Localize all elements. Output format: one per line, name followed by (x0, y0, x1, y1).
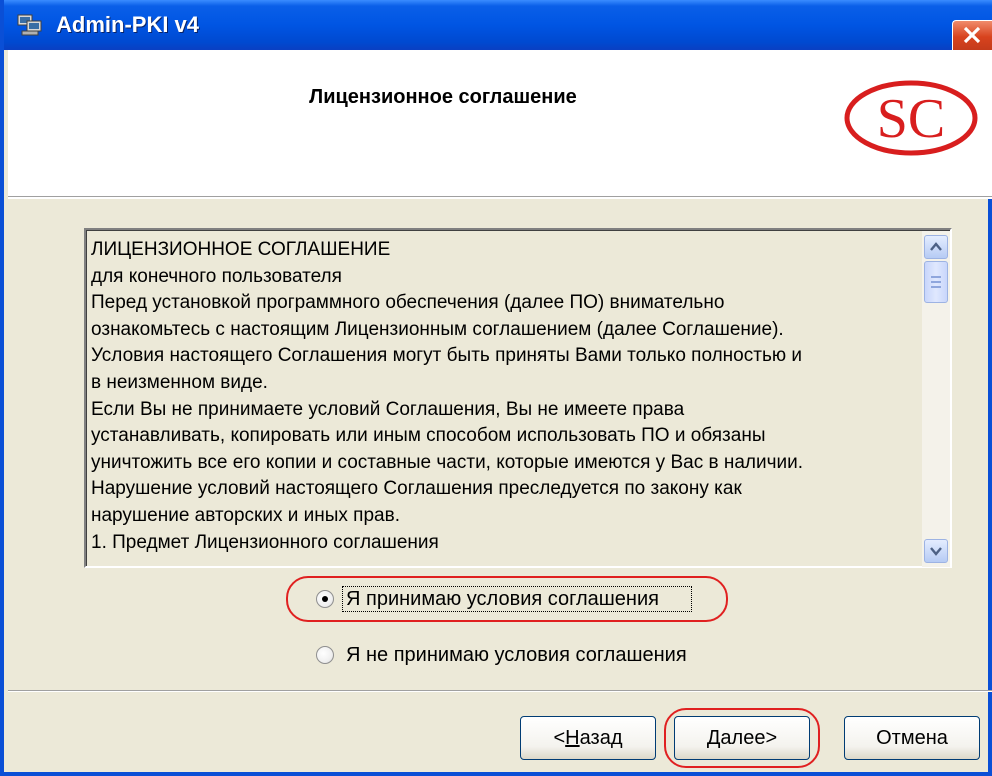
chevron-down-icon (930, 547, 942, 556)
cancel-button[interactable]: Отмена (844, 716, 980, 760)
window-title: Admin-PKI v4 (56, 12, 200, 37)
license-line: устанавливать, копировать или иным спосо… (91, 425, 766, 447)
decline-label[interactable]: Я не принимаю условия соглашения (346, 638, 687, 672)
page-title: Лицензионное соглашение (309, 86, 577, 108)
license-line: уничтожить все его копии и составные час… (91, 451, 804, 473)
next-label-mnemonic: Д (706, 727, 721, 749)
license-line: для конечного пользователя (91, 265, 342, 287)
scroll-down-button[interactable] (924, 539, 948, 563)
close-icon (963, 26, 981, 44)
scroll-thumb[interactable] (924, 261, 948, 303)
sc-logo: SC (844, 80, 978, 156)
back-label-mnemonic: Н (565, 727, 580, 749)
back-label-rest: азад (579, 727, 623, 749)
decline-option[interactable]: Я не принимаю условия соглашения (316, 638, 736, 672)
back-button[interactable]: <Назад (520, 716, 656, 760)
accept-label[interactable]: Я принимаю условия соглашения (346, 582, 659, 616)
close-button[interactable] (952, 20, 992, 50)
radio-selected-dot (322, 596, 328, 602)
license-line: Если Вы не принимаете условий Соглашения… (91, 398, 685, 420)
back-label-prefix: < (553, 727, 566, 749)
accept-radio[interactable] (316, 590, 334, 608)
license-line: ознакомьтесь с настоящим Лицензионным со… (91, 318, 784, 340)
license-line: нарушение авторских и иных прав. (91, 504, 400, 526)
license-line: Условия настоящего Соглашения могут быть… (91, 345, 802, 367)
dialog-window: Admin-PKI v4 Лицензионное соглашение SC … (0, 0, 992, 776)
accept-option[interactable]: Я принимаю условия соглашения (316, 582, 706, 616)
license-line: в неизменном виде. (91, 371, 268, 393)
next-button[interactable]: Далее> (674, 716, 810, 760)
license-text: ЛИЦЕНЗИОННОЕ СОГЛАШЕНИЕ для конечного по… (91, 237, 921, 556)
title-bar[interactable]: Admin-PKI v4 (4, 0, 992, 50)
app-icon (16, 12, 44, 38)
cancel-label: Отмена (876, 727, 948, 749)
header-divider (8, 197, 992, 199)
footer-divider-highlight (8, 691, 992, 692)
next-label-rest: алее> (720, 727, 778, 749)
license-line: ЛИЦЕНЗИОННОЕ СОГЛАШЕНИЕ (91, 239, 391, 260)
scroll-up-button[interactable] (924, 235, 948, 259)
chevron-up-icon (930, 242, 942, 251)
vertical-scrollbar[interactable] (922, 231, 950, 567)
license-line: Перед установкой программного обеспечени… (91, 292, 725, 314)
decline-radio[interactable] (316, 646, 334, 664)
header-panel: Лицензионное соглашение SC (8, 50, 992, 197)
license-line: 1. Предмет Лицензионного соглашения (91, 531, 439, 553)
license-textbox[interactable]: ЛИЦЕНЗИОННОЕ СОГЛАШЕНИЕ для конечного по… (84, 228, 952, 568)
logo-text: SC (877, 88, 946, 150)
license-line: Нарушение условий настоящего Соглашения … (91, 478, 742, 500)
